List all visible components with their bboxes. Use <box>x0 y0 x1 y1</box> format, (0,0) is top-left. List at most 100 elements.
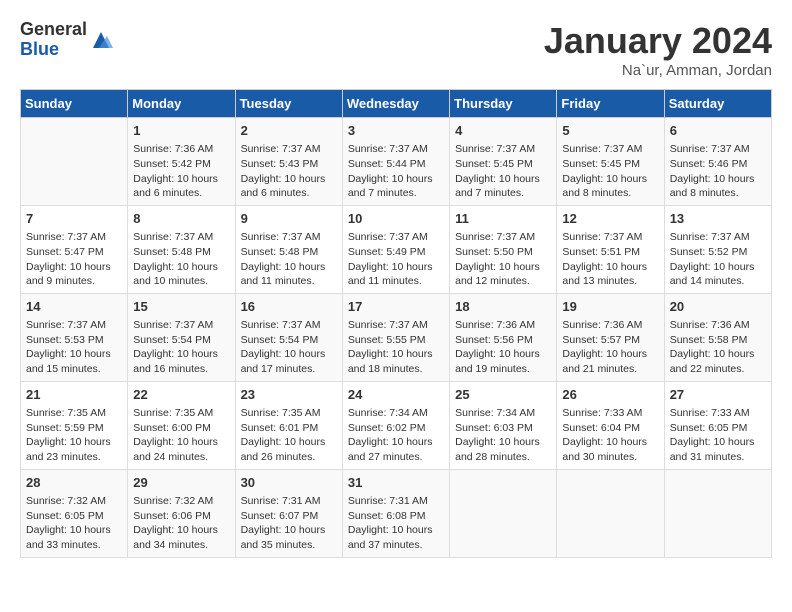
header-cell-monday: Monday <box>128 90 235 118</box>
day-number: 25 <box>455 386 551 404</box>
day-info: Sunrise: 7:31 AM Sunset: 6:07 PM Dayligh… <box>241 494 337 553</box>
day-info: Sunrise: 7:37 AM Sunset: 5:44 PM Dayligh… <box>348 142 444 201</box>
calendar-cell: 12 Sunrise: 7:37 AM Sunset: 5:51 PM Dayli… <box>557 205 664 293</box>
day-number: 8 <box>133 210 229 228</box>
header-cell-wednesday: Wednesday <box>342 90 449 118</box>
calendar-cell: 28Sunrise: 7:32 AM Sunset: 6:05 PM Dayli… <box>21 469 128 557</box>
day-info: Sunrise: 7:37 AM Sunset: 5:45 PM Dayligh… <box>455 142 551 201</box>
day-info: Sunrise: 7:37 AM Sunset: 5:47 PM Dayligh… <box>26 230 122 289</box>
calendar-cell <box>450 469 557 557</box>
month-title: January 2024 <box>544 20 772 62</box>
day-number: 27 <box>670 386 766 404</box>
calendar-cell: 13 Sunrise: 7:37 AM Sunset: 5:52 PM Dayli… <box>664 205 771 293</box>
day-number: 9 <box>241 210 337 228</box>
day-number: 3 <box>348 122 444 140</box>
day-number: 20 <box>670 298 766 316</box>
day-info: Sunrise: 7:34 AM Sunset: 6:02 PM Dayligh… <box>348 406 444 465</box>
day-info: Sunrise: 7:37 AM Sunset: 5:49 PM Dayligh… <box>348 230 444 289</box>
day-info: Sunrise: 7:35 AM Sunset: 5:59 PM Dayligh… <box>26 406 122 465</box>
week-row-0: 1 Sunrise: 7:36 AM Sunset: 5:42 PM Daylig… <box>21 118 772 206</box>
calendar-cell: 5 Sunrise: 7:37 AM Sunset: 5:45 PM Daylig… <box>557 118 664 206</box>
day-info: Sunrise: 7:31 AM Sunset: 6:08 PM Dayligh… <box>348 494 444 553</box>
day-number: 16 <box>241 298 337 316</box>
day-info: Sunrise: 7:37 AM Sunset: 5:51 PM Dayligh… <box>562 230 658 289</box>
day-number: 31 <box>348 474 444 492</box>
day-number: 6 <box>670 122 766 140</box>
day-number: 24 <box>348 386 444 404</box>
calendar-cell: 22 Sunrise: 7:35 AM Sunset: 6:00 PM Dayli… <box>128 381 235 469</box>
calendar-cell: 31 Sunrise: 7:31 AM Sunset: 6:08 PM Dayli… <box>342 469 449 557</box>
day-info: Sunrise: 7:36 AM Sunset: 5:57 PM Dayligh… <box>562 318 658 377</box>
day-number: 12 <box>562 210 658 228</box>
calendar-cell: 20Sunrise: 7:36 AM Sunset: 5:58 PM Dayli… <box>664 293 771 381</box>
day-info: Sunrise: 7:37 AM Sunset: 5:48 PM Dayligh… <box>241 230 337 289</box>
day-info: Sunrise: 7:37 AM Sunset: 5:53 PM Dayligh… <box>26 318 122 377</box>
calendar-cell: 19 Sunrise: 7:36 AM Sunset: 5:57 PM Dayli… <box>557 293 664 381</box>
calendar-cell: 27 Sunrise: 7:33 AM Sunset: 6:05 PM Dayli… <box>664 381 771 469</box>
calendar-cell: 23 Sunrise: 7:35 AM Sunset: 6:01 PM Dayli… <box>235 381 342 469</box>
header-cell-saturday: Saturday <box>664 90 771 118</box>
day-info: Sunrise: 7:37 AM Sunset: 5:50 PM Dayligh… <box>455 230 551 289</box>
calendar-cell: 17Sunrise: 7:37 AM Sunset: 5:55 PM Dayli… <box>342 293 449 381</box>
day-number: 21 <box>26 386 122 404</box>
calendar-cell: 8 Sunrise: 7:37 AM Sunset: 5:48 PM Daylig… <box>128 205 235 293</box>
calendar-cell <box>21 118 128 206</box>
header-cell-sunday: Sunday <box>21 90 128 118</box>
day-number: 1 <box>133 122 229 140</box>
day-number: 23 <box>241 386 337 404</box>
calendar-cell: 11 Sunrise: 7:37 AM Sunset: 5:50 PM Dayli… <box>450 205 557 293</box>
day-info: Sunrise: 7:34 AM Sunset: 6:03 PM Dayligh… <box>455 406 551 465</box>
day-number: 18 <box>455 298 551 316</box>
calendar-cell: 1 Sunrise: 7:36 AM Sunset: 5:42 PM Daylig… <box>128 118 235 206</box>
calendar-cell <box>664 469 771 557</box>
day-number: 26 <box>562 386 658 404</box>
day-number: 11 <box>455 210 551 228</box>
day-number: 5 <box>562 122 658 140</box>
calendar-cell: 18 Sunrise: 7:36 AM Sunset: 5:56 PM Dayli… <box>450 293 557 381</box>
calendar-cell: 9 Sunrise: 7:37 AM Sunset: 5:48 PM Daylig… <box>235 205 342 293</box>
title-block: January 2024 Na`ur, Amman, Jordan <box>544 20 772 79</box>
day-number: 7 <box>26 210 122 228</box>
day-info: Sunrise: 7:36 AM Sunset: 5:56 PM Dayligh… <box>455 318 551 377</box>
day-info: Sunrise: 7:32 AM Sunset: 6:06 PM Dayligh… <box>133 494 229 553</box>
day-number: 13 <box>670 210 766 228</box>
day-info: Sunrise: 7:37 AM Sunset: 5:48 PM Dayligh… <box>133 230 229 289</box>
calendar-cell <box>557 469 664 557</box>
header-cell-tuesday: Tuesday <box>235 90 342 118</box>
calendar-cell: 15Sunrise: 7:37 AM Sunset: 5:54 PM Dayli… <box>128 293 235 381</box>
day-info: Sunrise: 7:37 AM Sunset: 5:45 PM Dayligh… <box>562 142 658 201</box>
calendar-cell: 26Sunrise: 7:33 AM Sunset: 6:04 PM Dayli… <box>557 381 664 469</box>
header-cell-thursday: Thursday <box>450 90 557 118</box>
day-info: Sunrise: 7:36 AM Sunset: 5:42 PM Dayligh… <box>133 142 229 201</box>
week-row-3: 21 Sunrise: 7:35 AM Sunset: 5:59 PM Dayli… <box>21 381 772 469</box>
page-header: General Blue January 2024 Na`ur, Amman, … <box>20 20 772 79</box>
week-row-2: 14 Sunrise: 7:37 AM Sunset: 5:53 PM Dayli… <box>21 293 772 381</box>
calendar-cell: 2Sunrise: 7:37 AM Sunset: 5:43 PM Daylig… <box>235 118 342 206</box>
logo-icon <box>89 28 113 52</box>
day-info: Sunrise: 7:37 AM Sunset: 5:54 PM Dayligh… <box>133 318 229 377</box>
day-number: 19 <box>562 298 658 316</box>
day-info: Sunrise: 7:35 AM Sunset: 6:00 PM Dayligh… <box>133 406 229 465</box>
calendar-cell: 29 Sunrise: 7:32 AM Sunset: 6:06 PM Dayli… <box>128 469 235 557</box>
day-info: Sunrise: 7:32 AM Sunset: 6:05 PM Dayligh… <box>26 494 122 553</box>
calendar-cell: 14 Sunrise: 7:37 AM Sunset: 5:53 PM Dayli… <box>21 293 128 381</box>
logo-general-text: General <box>20 20 87 40</box>
day-info: Sunrise: 7:37 AM Sunset: 5:46 PM Dayligh… <box>670 142 766 201</box>
day-number: 30 <box>241 474 337 492</box>
calendar-body: 1 Sunrise: 7:36 AM Sunset: 5:42 PM Daylig… <box>21 118 772 558</box>
day-info: Sunrise: 7:37 AM Sunset: 5:52 PM Dayligh… <box>670 230 766 289</box>
calendar-cell: 3 Sunrise: 7:37 AM Sunset: 5:44 PM Daylig… <box>342 118 449 206</box>
calendar-cell: 6 Sunrise: 7:37 AM Sunset: 5:46 PM Daylig… <box>664 118 771 206</box>
header-cell-friday: Friday <box>557 90 664 118</box>
week-row-1: 7 Sunrise: 7:37 AM Sunset: 5:47 PM Daylig… <box>21 205 772 293</box>
calendar-cell: 24 Sunrise: 7:34 AM Sunset: 6:02 PM Dayli… <box>342 381 449 469</box>
day-info: Sunrise: 7:35 AM Sunset: 6:01 PM Dayligh… <box>241 406 337 465</box>
day-number: 22 <box>133 386 229 404</box>
day-number: 17 <box>348 298 444 316</box>
day-number: 14 <box>26 298 122 316</box>
day-number: 29 <box>133 474 229 492</box>
header-row: SundayMondayTuesdayWednesdayThursdayFrid… <box>21 90 772 118</box>
day-info: Sunrise: 7:33 AM Sunset: 6:05 PM Dayligh… <box>670 406 766 465</box>
calendar-cell: 21 Sunrise: 7:35 AM Sunset: 5:59 PM Dayli… <box>21 381 128 469</box>
location-text: Na`ur, Amman, Jordan <box>544 62 772 79</box>
